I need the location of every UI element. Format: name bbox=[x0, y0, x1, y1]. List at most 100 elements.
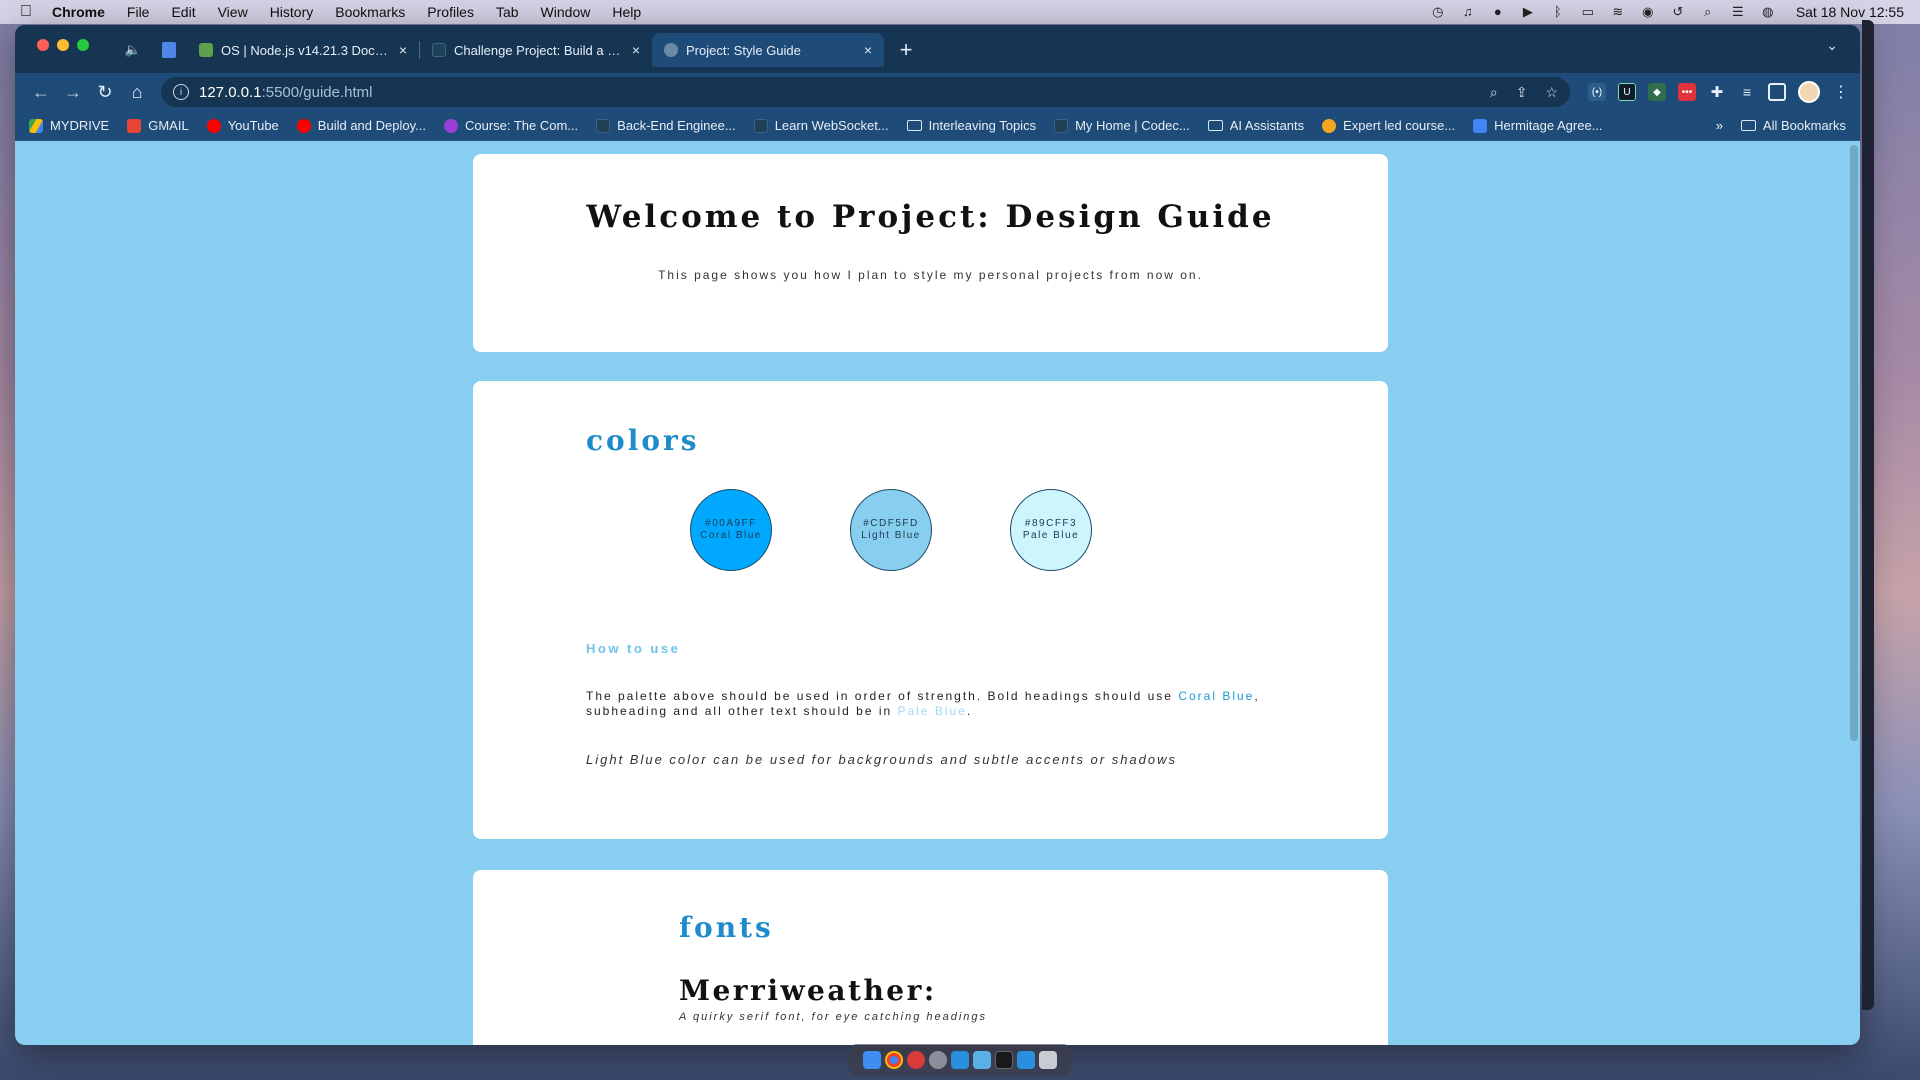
vscode-icon[interactable] bbox=[951, 1051, 969, 1069]
bookmark-label: MYDRIVE bbox=[50, 118, 110, 133]
time-machine-icon[interactable]: ↺ bbox=[1670, 5, 1686, 19]
menu-window[interactable]: Window bbox=[541, 4, 591, 20]
bookmark-expert-led[interactable]: Expert led course... bbox=[1322, 118, 1455, 133]
zoom-icon[interactable]: ⌕ bbox=[1490, 84, 1498, 101]
side-panel-icon[interactable] bbox=[1768, 83, 1786, 101]
site-info-icon[interactable]: i bbox=[173, 84, 189, 100]
menu-app-name[interactable]: Chrome bbox=[52, 4, 105, 20]
profile-avatar[interactable] bbox=[1798, 81, 1820, 103]
bookmarks-overflow-icon[interactable]: » bbox=[1716, 118, 1723, 133]
close-tab-icon[interactable]: × bbox=[399, 42, 407, 58]
address-bar[interactable]: i 127.0.0.1:5500/guide.html ⌕ ⇪ ☆ bbox=[161, 77, 1570, 107]
minimize-window-button[interactable] bbox=[57, 39, 69, 51]
terminal-icon[interactable] bbox=[995, 1051, 1013, 1069]
bookmark-ai-assistants[interactable]: AI Assistants bbox=[1207, 118, 1304, 133]
tab-title: Challenge Project: Build a Website Style… bbox=[454, 42, 624, 58]
menu-help[interactable]: Help bbox=[612, 4, 641, 20]
bookmark-interleaving[interactable]: Interleaving Topics bbox=[906, 118, 1036, 133]
bookmark-mydrive[interactable]: MYDRIVE bbox=[29, 118, 109, 133]
menu-view[interactable]: View bbox=[218, 4, 248, 20]
tab-bar: 🔈 OS | Node.js v14.21.3 Documentation × … bbox=[15, 25, 1860, 73]
bookmark-my-home[interactable]: My Home | Codec... bbox=[1054, 118, 1190, 133]
search-icon[interactable]: ⌕ bbox=[1700, 5, 1716, 19]
menu-file[interactable]: File bbox=[127, 4, 150, 20]
settings-icon[interactable] bbox=[929, 1051, 947, 1069]
share-icon[interactable]: ⇪ bbox=[1516, 84, 1528, 101]
bookmark-star-icon[interactable]: ☆ bbox=[1545, 84, 1558, 101]
bookmark-label: Learn WebSocket... bbox=[774, 118, 889, 133]
headphones-icon[interactable]: ♫ bbox=[1460, 5, 1476, 19]
bluetooth-icon[interactable]: ᛒ bbox=[1550, 5, 1566, 19]
forward-arrow-icon[interactable]: → bbox=[57, 77, 89, 107]
extension-icon[interactable]: U bbox=[1618, 83, 1636, 101]
bookmark-youtube[interactable]: YouTube bbox=[206, 118, 279, 133]
reload-icon[interactable]: ↻ bbox=[89, 77, 121, 107]
tab-nodejs-docs[interactable]: OS | Node.js v14.21.3 Documentation × bbox=[187, 33, 419, 67]
browser-window: 🔈 OS | Node.js v14.21.3 Documentation × … bbox=[15, 25, 1860, 1045]
tab-style-guide[interactable]: Project: Style Guide × bbox=[652, 33, 884, 67]
timer-icon[interactable]: ◷ bbox=[1430, 5, 1446, 19]
folder-icon bbox=[906, 120, 922, 131]
reading-list-icon[interactable]: ≡ bbox=[1738, 83, 1756, 101]
color-swatch-coral-blue: #00A9FF Coral Blue bbox=[690, 489, 772, 571]
wifi-icon[interactable]: ≋ bbox=[1610, 5, 1626, 19]
apple-menu-icon[interactable]:  bbox=[0, 3, 52, 21]
globe-icon bbox=[664, 43, 678, 57]
back-arrow-icon[interactable]: ← bbox=[25, 77, 57, 107]
trash-icon[interactable] bbox=[1039, 1051, 1057, 1069]
tab-docs-icon[interactable] bbox=[151, 35, 187, 65]
usage-text: . bbox=[966, 704, 973, 718]
account-icon[interactable]: ◉ bbox=[1640, 5, 1656, 19]
bookmark-backend[interactable]: Back-End Enginee... bbox=[596, 118, 736, 133]
bookmark-label: My Home | Codec... bbox=[1075, 118, 1190, 133]
close-tab-icon[interactable]: × bbox=[864, 42, 872, 58]
extension-icon[interactable]: ••• bbox=[1678, 83, 1696, 101]
all-bookmarks-button[interactable]: All Bookmarks bbox=[1740, 118, 1846, 133]
bookmark-label: GMAIL bbox=[148, 118, 189, 133]
menu-edit[interactable]: Edit bbox=[171, 4, 195, 20]
bookmark-label: Course: The Com... bbox=[464, 118, 579, 133]
chrome-icon[interactable] bbox=[885, 1051, 903, 1069]
app-icon[interactable] bbox=[907, 1051, 925, 1069]
extension-icon[interactable]: ◆ bbox=[1648, 83, 1666, 101]
play-icon[interactable]: ▶ bbox=[1520, 5, 1536, 19]
control-center-icon[interactable]: ☰ bbox=[1730, 5, 1746, 19]
color-swatch-pale-blue: #89CFF3 Pale Blue bbox=[1010, 489, 1092, 571]
how-to-use-heading: How to use bbox=[586, 641, 681, 656]
extensions-puzzle-icon[interactable]: ✚ bbox=[1708, 83, 1726, 101]
siri-icon[interactable]: ◍ bbox=[1760, 5, 1776, 19]
app-icon[interactable] bbox=[973, 1051, 991, 1069]
menu-bookmarks[interactable]: Bookmarks bbox=[335, 4, 405, 20]
folder-icon bbox=[1207, 120, 1223, 131]
maximize-window-button[interactable] bbox=[77, 39, 89, 51]
bookmark-websocket[interactable]: Learn WebSocket... bbox=[753, 118, 889, 133]
bookmark-gmail[interactable]: GMAIL bbox=[127, 118, 189, 133]
close-window-button[interactable] bbox=[37, 39, 49, 51]
url-host: 127.0.0.1 bbox=[199, 83, 262, 101]
home-icon[interactable]: ⌂ bbox=[121, 77, 153, 107]
menu-profiles[interactable]: Profiles bbox=[427, 4, 474, 20]
tab-audio-icon[interactable]: 🔈 bbox=[115, 35, 151, 65]
folder-icon bbox=[1740, 120, 1756, 131]
menu-history[interactable]: History bbox=[270, 4, 314, 20]
tab-challenge-project[interactable]: Challenge Project: Build a Website Style… bbox=[420, 33, 652, 67]
finder-icon[interactable] bbox=[863, 1051, 881, 1069]
page-viewport[interactable]: Welcome to Project: Design Guide This pa… bbox=[15, 141, 1860, 1045]
page-scrollbar[interactable] bbox=[1850, 145, 1858, 741]
vscode-icon[interactable] bbox=[1017, 1051, 1035, 1069]
tab-search-chevron-icon[interactable]: ⌄ bbox=[1826, 37, 1838, 54]
close-tab-icon[interactable]: × bbox=[632, 42, 640, 58]
url-path: :5500/guide.html bbox=[261, 83, 373, 101]
new-tab-button[interactable]: + bbox=[890, 35, 922, 65]
battery-icon[interactable]: ▭ bbox=[1580, 5, 1596, 19]
bookmark-build-deploy[interactable]: Build and Deploy... bbox=[296, 118, 426, 133]
more-menu-icon[interactable]: ⋮ bbox=[1832, 83, 1850, 101]
extension-icon[interactable]: (•) bbox=[1588, 83, 1606, 101]
menu-tab[interactable]: Tab bbox=[496, 4, 519, 20]
colors-heading: colors bbox=[586, 424, 700, 457]
menubar-clock[interactable]: Sat 18 Nov 12:55 bbox=[1796, 4, 1904, 20]
status-area: ◷ ♫ ● ▶ ᛒ ▭ ≋ ◉ ↺ ⌕ ☰ ◍ Sat 18 Nov 12:55 bbox=[1430, 4, 1920, 20]
user-icon[interactable]: ● bbox=[1490, 5, 1506, 19]
bookmark-hermitage[interactable]: Hermitage Agree... bbox=[1473, 118, 1603, 133]
bookmark-course[interactable]: Course: The Com... bbox=[443, 118, 579, 133]
